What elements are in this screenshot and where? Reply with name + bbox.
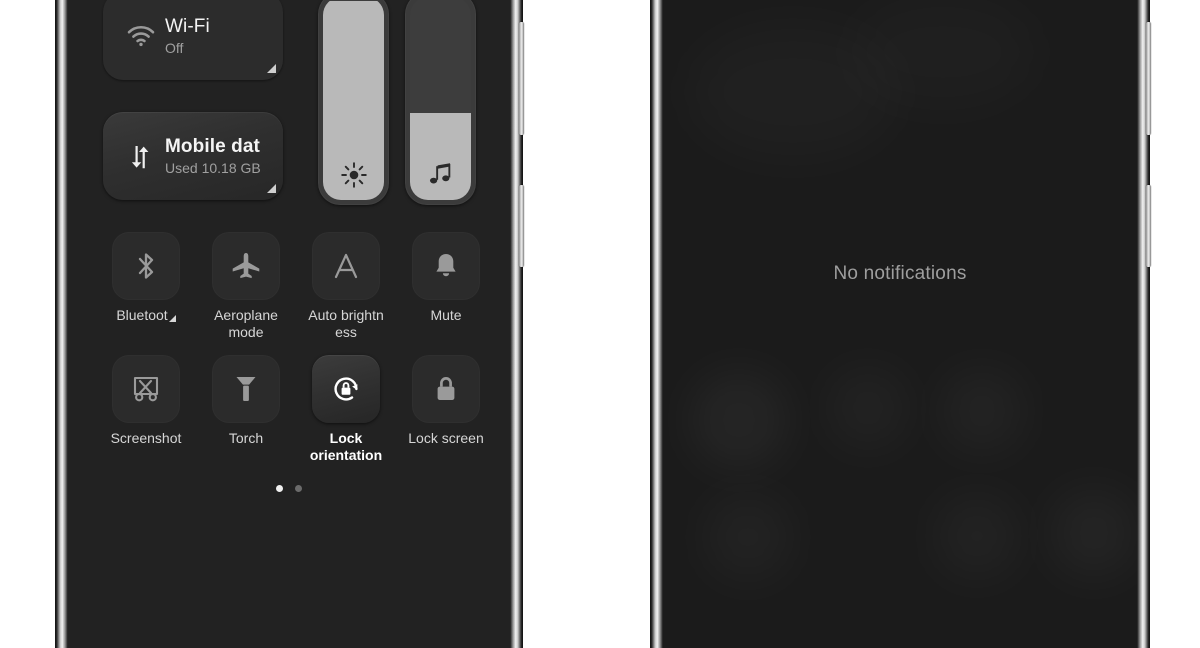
- media-volume-slider[interactable]: [405, 0, 476, 205]
- toggle-bluetooth[interactable]: Bluetoot: [96, 232, 196, 341]
- wifi-tile-text: Wi-Fi Off: [165, 16, 283, 57]
- toggle-auto-brightness[interactable]: Auto brightness: [296, 232, 396, 341]
- rotation-lock-icon: [334, 377, 358, 401]
- auto-brightness-button[interactable]: [312, 232, 380, 300]
- bluetooth-icon: [138, 253, 154, 279]
- toggle-row: Screenshot Torch Lock orientation Lock s…: [96, 355, 496, 464]
- left-phone-device: Wi-Fi Off Mobile dat Used 10.18 GB Bluet…: [55, 0, 524, 648]
- wifi-tile[interactable]: Wi-Fi Off: [103, 0, 283, 80]
- expand-corner-icon[interactable]: [267, 184, 276, 193]
- page-dot-1[interactable]: [276, 485, 283, 492]
- big-tiles-column: Wi-Fi Off Mobile dat Used 10.18 GB: [103, 0, 283, 200]
- power-button[interactable]: [519, 185, 524, 267]
- screenshot-label: Screenshot: [110, 430, 182, 446]
- brightness-slider-track: [323, 0, 384, 200]
- quick-settings-panel: Wi-Fi Off Mobile dat Used 10.18 GB Bluet…: [68, 0, 510, 648]
- music-note-icon: [410, 162, 471, 188]
- blurred-wallpaper: [663, 0, 1137, 648]
- wifi-title: Wi-Fi: [165, 15, 210, 37]
- toggle-aeroplane-mode[interactable]: Aeroplane mode: [196, 232, 296, 341]
- wifi-icon: [119, 24, 163, 48]
- mobile-data-usage: Used 10.18 GB: [165, 159, 261, 176]
- mute-label: Mute: [430, 307, 462, 323]
- page-dot-2[interactable]: [295, 485, 302, 492]
- expand-corner-icon[interactable]: [267, 64, 276, 73]
- mobile-data-icon: [119, 141, 163, 171]
- toggle-lock-orientation[interactable]: Lock orientation: [296, 355, 396, 464]
- torch-icon: [236, 377, 256, 401]
- auto-brightness-label: Auto brightness: [308, 307, 384, 340]
- left-phone-screen: Wi-Fi Off Mobile dat Used 10.18 GB Bluet…: [68, 0, 510, 648]
- volume-rocker-button[interactable]: [1146, 22, 1151, 135]
- wifi-status: Off: [165, 39, 184, 56]
- mobile-data-tile[interactable]: Mobile dat Used 10.18 GB: [103, 112, 283, 200]
- toggle-torch[interactable]: Torch: [196, 355, 296, 464]
- volume-rocker-button[interactable]: [519, 22, 524, 135]
- page-indicator: [68, 485, 510, 492]
- toggle-row: Bluetoot Aeroplane mode Auto brightness …: [96, 232, 496, 341]
- bell-icon: [436, 254, 456, 277]
- lock-orientation-label: Lock orientation: [309, 430, 383, 463]
- aeroplane-icon: [232, 253, 260, 279]
- aeroplane-mode-label: Aeroplane mode: [214, 307, 278, 340]
- toggle-lock-screen[interactable]: Lock screen: [396, 355, 496, 464]
- brightness-sun-icon: [323, 162, 384, 188]
- aeroplane-mode-button[interactable]: [212, 232, 280, 300]
- mobile-data-tile-text: Mobile dat Used 10.18 GB: [165, 136, 283, 177]
- expand-corner-icon[interactable]: [168, 315, 176, 322]
- right-phone-screen: No notifications: [663, 0, 1137, 648]
- screenshot-stage: Wi-Fi Off Mobile dat Used 10.18 GB Bluet…: [0, 0, 1200, 648]
- screenshot-icon: [133, 376, 159, 402]
- auto-brightness-a-icon: [334, 253, 358, 279]
- toggle-mute[interactable]: Mute: [396, 232, 496, 341]
- bluetooth-button[interactable]: [112, 232, 180, 300]
- right-phone-left-bezel: [650, 0, 663, 648]
- mobile-data-title: Mobile dat: [165, 135, 260, 157]
- volume-slider-track: [410, 0, 471, 200]
- lock-orientation-button[interactable]: [312, 355, 380, 423]
- no-notifications-text: No notifications: [833, 263, 967, 284]
- screenshot-button[interactable]: [112, 355, 180, 423]
- right-phone-device: No notifications: [650, 0, 1151, 648]
- lock-screen-label: Lock screen: [408, 430, 484, 446]
- left-phone-left-bezel: [55, 0, 68, 648]
- power-button[interactable]: [1146, 185, 1151, 267]
- padlock-icon: [437, 377, 455, 400]
- quick-toggle-grid: Bluetoot Aeroplane mode Auto brightness …: [96, 232, 496, 464]
- lock-screen-button[interactable]: [412, 355, 480, 423]
- toggle-screenshot[interactable]: Screenshot: [96, 355, 196, 464]
- mute-button[interactable]: [412, 232, 480, 300]
- brightness-slider[interactable]: [318, 0, 389, 205]
- torch-button[interactable]: [212, 355, 280, 423]
- torch-label: Torch: [228, 430, 264, 446]
- bluetooth-label: Bluetoot: [108, 307, 184, 325]
